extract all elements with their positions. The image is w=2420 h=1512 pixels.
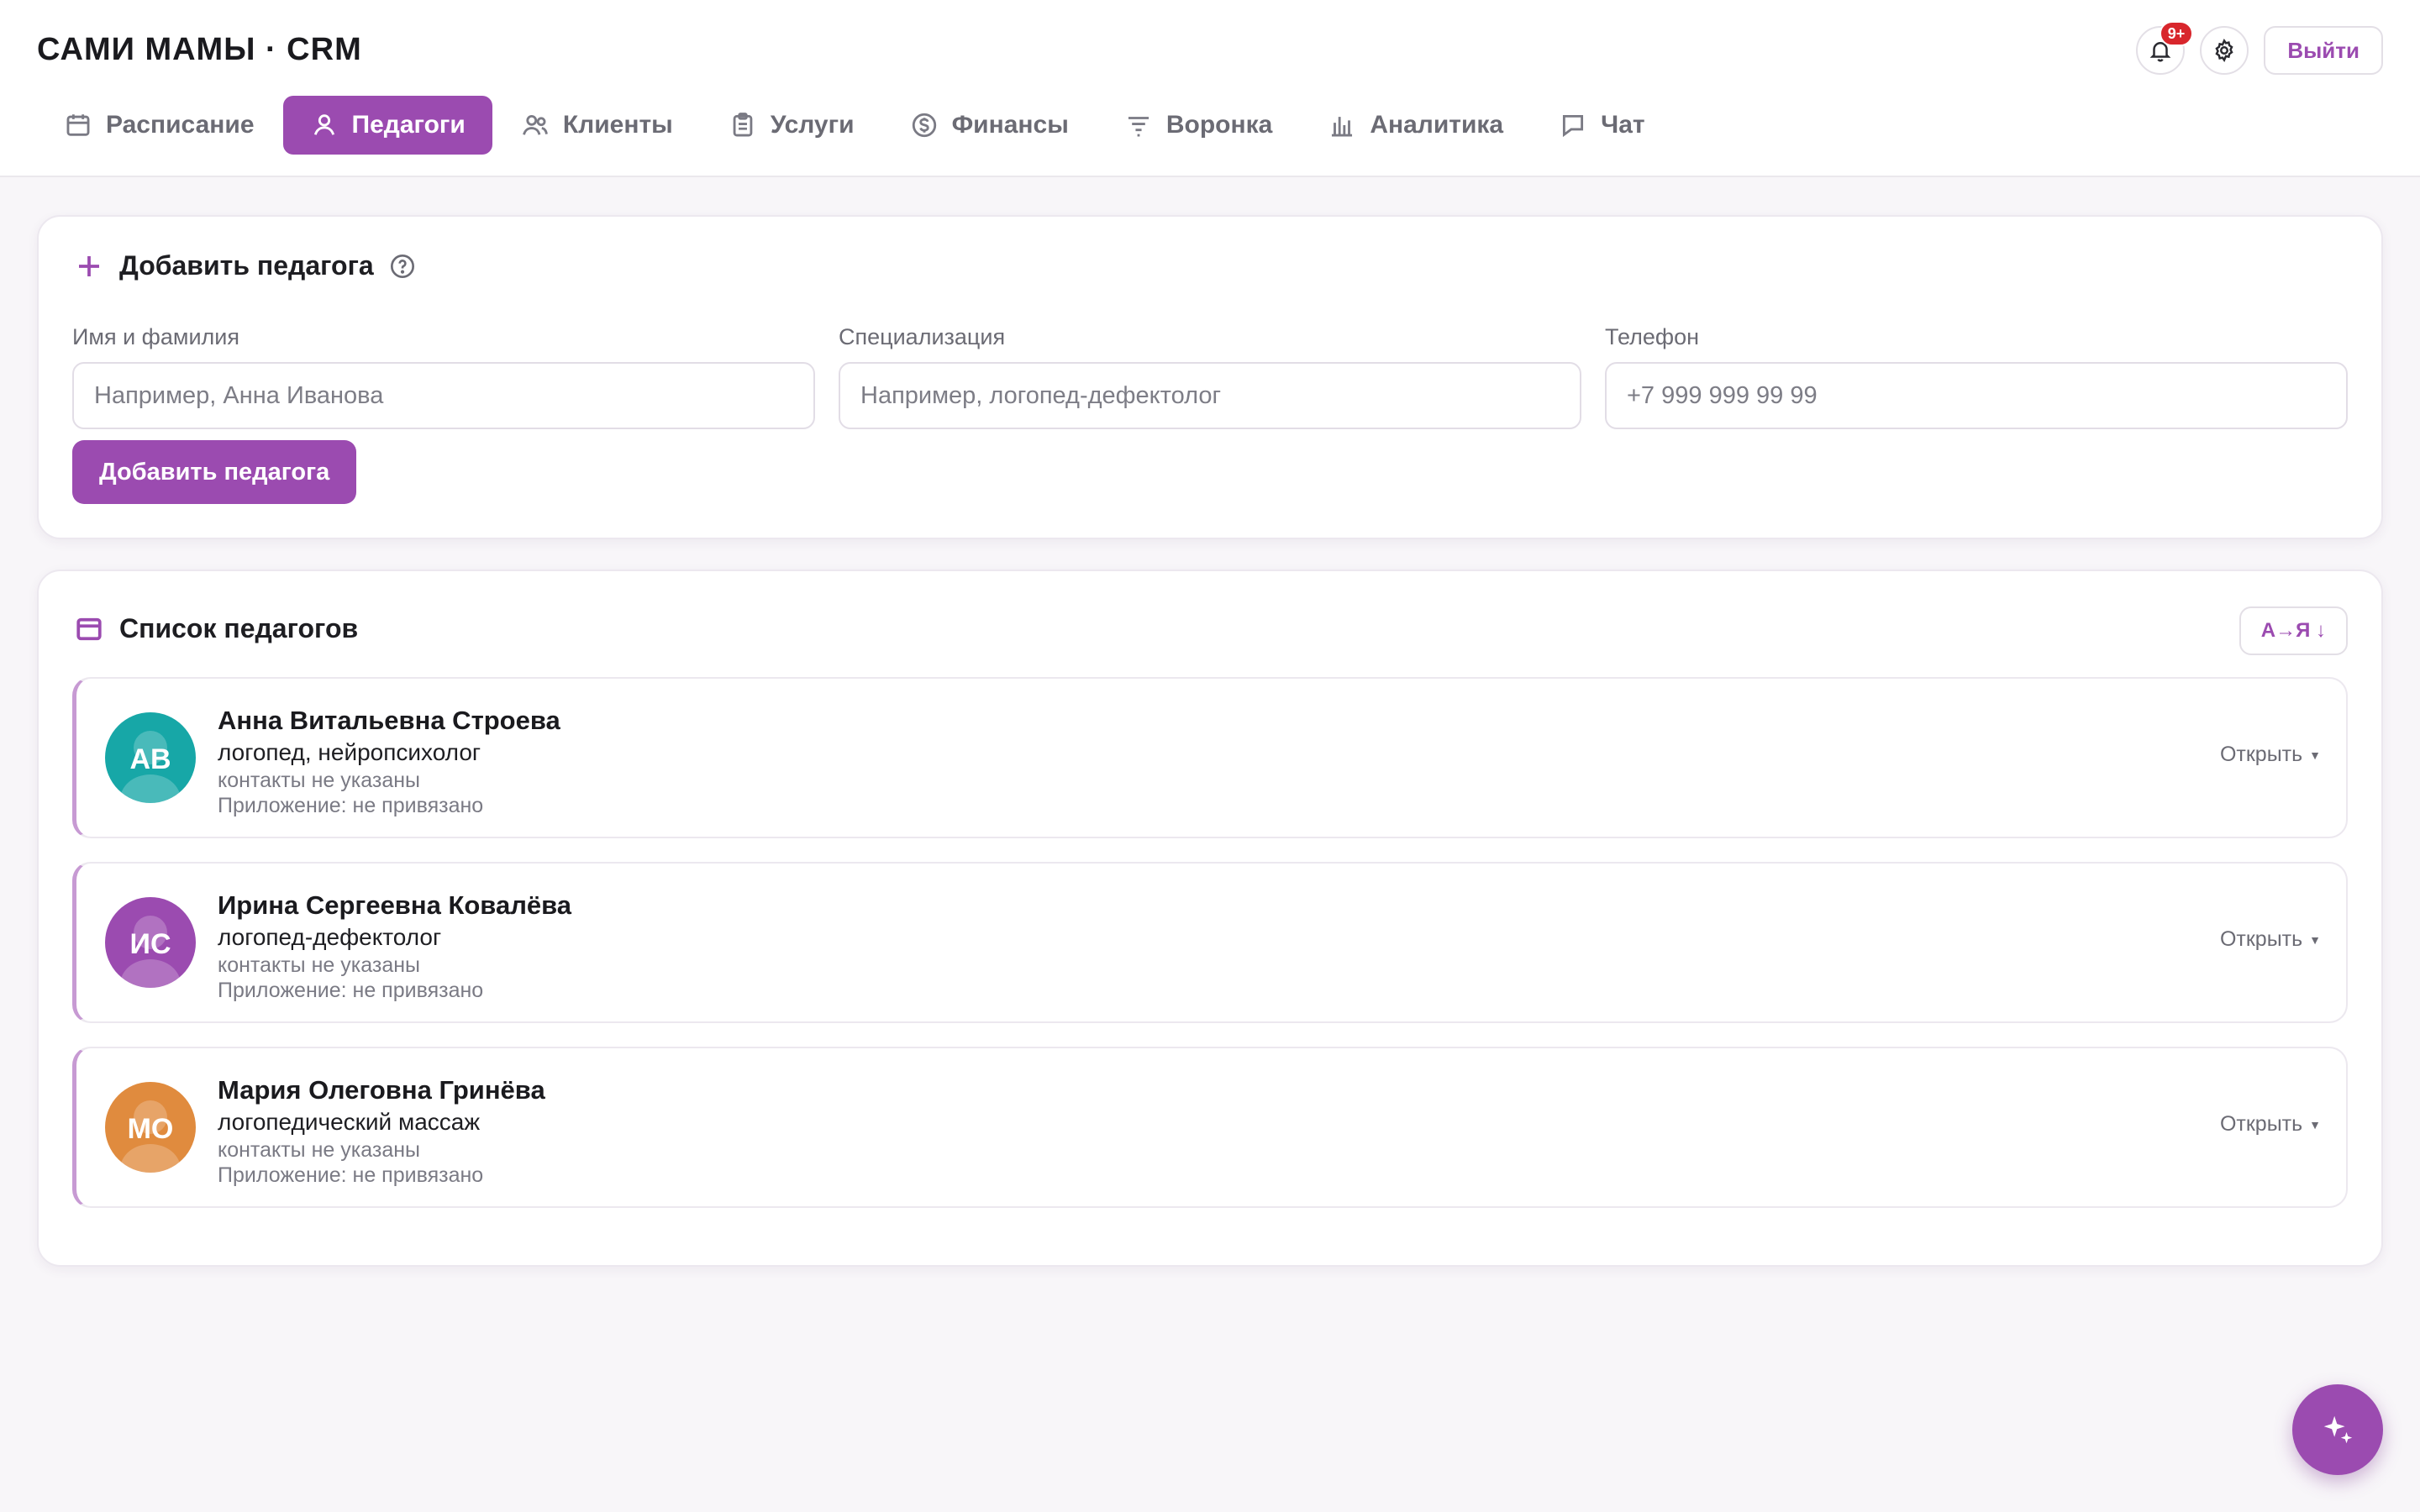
header-actions: 9+ Выйти [2136, 21, 2383, 75]
tab-funnel[interactable]: Воронка [1097, 96, 1299, 155]
teachers-list-title: Список педагогов [74, 613, 358, 644]
specialization-field-group: Специализация [839, 324, 1581, 429]
chat-icon [1563, 114, 1584, 138]
teacher-info: Ирина Сергеевна Ковалёва логопед-дефекто… [218, 889, 571, 1003]
main-nav: Расписание Педагоги Клиенты Услуги Финан… [37, 96, 1672, 155]
help-icon-wrap[interactable] [389, 253, 416, 280]
add-teacher-button[interactable]: Добавить педагога [72, 440, 357, 504]
teacher-name: Анна Витальевна Строева [218, 706, 560, 735]
teacher-specialization: логопедический массаж [218, 1109, 481, 1135]
sparkle-icon [2323, 1415, 2353, 1444]
teacher-name: Мария Олеговна Гринёва [218, 1075, 545, 1105]
tab-chat[interactable]: Чат [1532, 96, 1671, 155]
teacher-specialization: логопед-дефектолог [218, 924, 442, 950]
settings-button[interactable] [2200, 26, 2249, 75]
bar-chart-icon [1332, 117, 1353, 137]
avatar-initials: АВ [129, 743, 171, 775]
tab-label: Педагоги [351, 111, 466, 139]
gear-icon [2215, 38, 2233, 63]
open-label: Открыть [2219, 1112, 2303, 1136]
clipboard-icon [733, 113, 753, 137]
list-card-icon [76, 617, 102, 640]
teachers-list-heading: Список педагогов [119, 613, 359, 643]
tab-label: Клиенты [562, 111, 673, 139]
caret-down-icon: ▼ [2309, 748, 2321, 762]
logout-button[interactable]: Выйти [2264, 26, 2383, 75]
teacher-specialization: логопед, нейропсихолог [218, 739, 481, 765]
open-teacher-button[interactable]: Открыть ▼ [2220, 1112, 2321, 1137]
tab-services[interactable]: Услуги [702, 96, 881, 155]
open-teacher-button[interactable]: Открыть ▼ [2220, 927, 2321, 952]
teacher-info: Анна Витальевна Строева логопед, нейропс… [218, 704, 560, 818]
phone-label: Телефон [1605, 324, 1700, 349]
phone-input[interactable] [1605, 362, 2348, 429]
help-icon [390, 254, 414, 278]
teacher-app-status: Приложение: не привязано [218, 1163, 484, 1187]
tab-label: Чат [1601, 111, 1645, 139]
ai-assistant-button[interactable] [2292, 1384, 2383, 1475]
teacher-row[interactable]: МО Мария Олеговна Гринёва логопедический… [72, 1047, 2348, 1208]
sort-button[interactable]: А→Я ↓ [2238, 606, 2348, 655]
notifications-badge: 9+ [2159, 21, 2194, 46]
open-label: Открыть [2219, 927, 2303, 951]
filter-icon [1128, 117, 1149, 137]
open-teacher-button[interactable]: Открыть ▼ [2220, 743, 2321, 767]
avatar: МО [105, 1082, 196, 1173]
tab-schedule[interactable]: Расписание [37, 96, 281, 155]
phone-field-group: Телефон [1605, 324, 2348, 429]
tab-clients[interactable]: Клиенты [494, 96, 700, 155]
teacher-app-status: Приложение: не привязано [218, 979, 484, 1002]
name-label: Имя и фамилия [72, 324, 240, 349]
teacher-contacts: контакты не указаны [218, 769, 420, 792]
users-icon [523, 114, 548, 135]
name-field-group: Имя и фамилия [72, 324, 815, 429]
avatar: АВ [105, 712, 196, 803]
notifications-button[interactable]: 9+ [2136, 21, 2194, 75]
teachers-list-card: Список педагогов А→Я ↓ АВ Анна Витальевн… [37, 570, 2383, 1267]
specialization-input[interactable] [839, 362, 1581, 429]
caret-down-icon: ▼ [2309, 932, 2321, 947]
dollar-icon [912, 113, 936, 138]
teacher-contacts: контакты не указаны [218, 1138, 420, 1162]
tab-label: Услуги [770, 111, 855, 139]
add-teacher-title: Добавить педагога [74, 250, 416, 281]
tab-label: Аналитика [1370, 111, 1504, 139]
name-input[interactable] [72, 362, 815, 429]
teacher-app-status: Приложение: не привязано [218, 794, 484, 817]
teacher-row[interactable]: АВ Анна Витальевна Строева логопед, нейр… [72, 677, 2348, 838]
tab-finance[interactable]: Финансы [883, 96, 1096, 155]
plus-icon [79, 255, 99, 276]
tab-label: Воронка [1165, 111, 1273, 139]
user-icon [313, 114, 334, 135]
open-label: Открыть [2219, 743, 2303, 766]
tab-label: Финансы [951, 111, 1069, 139]
teacher-row[interactable]: ИС Ирина Сергеевна Ковалёва логопед-дефе… [72, 862, 2348, 1023]
add-teacher-card: Добавить педагога Имя и фамилия Специали… [37, 215, 2383, 539]
tab-teachers[interactable]: Педагоги [282, 96, 492, 155]
calendar-icon [66, 114, 90, 136]
app-title: САМИ МАМЫ · CRM [37, 32, 362, 67]
avatar-initials: МО [127, 1112, 174, 1145]
app-header: САМИ МАМЫ · CRM Расписание Педагоги Клие… [0, 0, 2420, 177]
specialization-label: Специализация [839, 324, 1006, 349]
avatar: ИС [105, 897, 196, 988]
tab-label: Расписание [106, 111, 255, 139]
teacher-name: Ирина Сергеевна Ковалёва [218, 890, 572, 920]
tab-analytics[interactable]: Аналитика [1301, 96, 1530, 155]
teacher-info: Мария Олеговна Гринёва логопедический ма… [218, 1074, 545, 1188]
avatar-initials: ИС [129, 927, 171, 960]
caret-down-icon: ▼ [2309, 1117, 2321, 1131]
add-teacher-heading: Добавить педагога [119, 250, 374, 281]
teacher-contacts: контакты не указаны [218, 953, 420, 977]
